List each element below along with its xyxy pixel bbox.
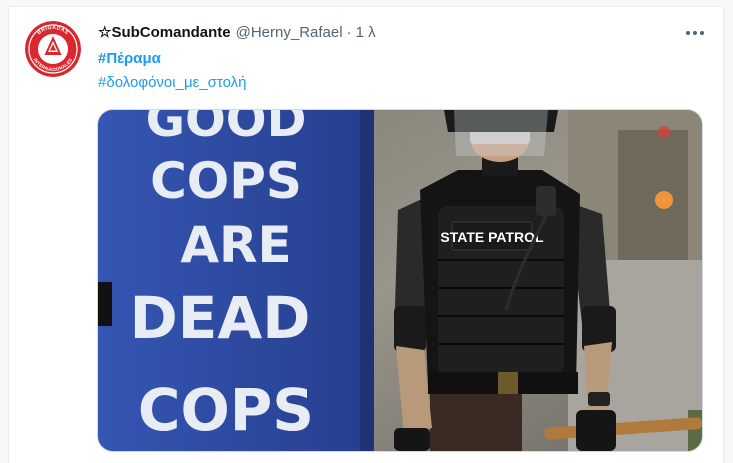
header-separator: · — [346, 24, 352, 41]
author-display-name[interactable]: ☆SubComandante — [98, 23, 231, 43]
vest-label: STATE PATROL — [440, 229, 544, 245]
tweet-card[interactable]: BRIGADAS INTERNACIONALES ☆SubComandante … — [8, 6, 724, 463]
sign-text-line: COPS — [150, 152, 302, 210]
more-horizontal-icon — [686, 31, 704, 35]
brigadas-internacionales-logo: BRIGADAS INTERNACIONALES — [25, 21, 81, 77]
more-options-button[interactable] — [681, 19, 709, 47]
sign-text-line: DEAD — [130, 284, 311, 352]
author-handle[interactable]: @Herny_Rafael — [236, 23, 343, 43]
tweet-media-photo[interactable]: GOOD COPS ARE DEAD COPS STATE PATROL — [97, 109, 703, 452]
tweet-header: ☆SubComandante @Herny_Rafael · 1 λ — [98, 23, 376, 43]
sign-text-line: ARE — [180, 216, 291, 274]
photo: GOOD COPS ARE DEAD COPS STATE PATROL — [98, 110, 702, 451]
hashtag-link[interactable]: #δολοφόνοι_με_στολή — [98, 73, 247, 93]
hashtag-link[interactable]: #Πέραμα — [98, 49, 161, 69]
sign-text-line: GOOD — [146, 110, 307, 148]
sign-text-line: COPS — [138, 376, 314, 444]
tweet-timestamp[interactable]: 1 λ — [356, 23, 376, 43]
avatar[interactable]: BRIGADAS INTERNACIONALES — [25, 21, 81, 77]
